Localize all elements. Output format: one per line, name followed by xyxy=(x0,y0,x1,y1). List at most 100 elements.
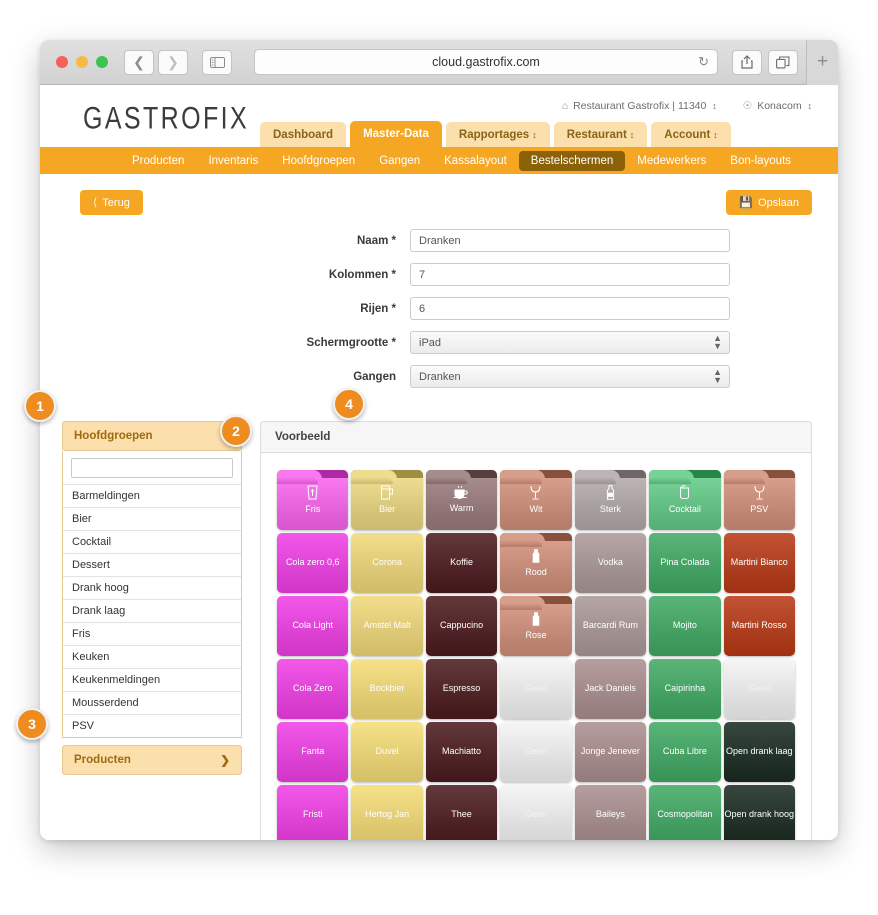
form-row-gangen: Gangen Dranken ▲ ▼ xyxy=(80,365,838,388)
tile-cola-zero-0-6[interactable]: Cola zero 0,6 xyxy=(277,533,349,593)
tile-martini-bianco[interactable]: Martini Bianco xyxy=(723,533,795,593)
new-tab-button[interactable]: + xyxy=(806,40,838,85)
tile-cola-zero[interactable]: Cola Zero xyxy=(277,659,349,719)
tile-open-drank-laag[interactable]: Open drank laag xyxy=(723,722,795,782)
tile-thee[interactable]: Thee xyxy=(425,785,498,840)
tile-amstel-malt[interactable]: Amstel Malt xyxy=(351,596,423,656)
tile-caipirinha[interactable]: Caipirinha xyxy=(649,659,721,719)
list-item[interactable]: Drank hoog xyxy=(63,576,241,599)
subnav-inventaris[interactable]: Inventaris xyxy=(196,151,270,171)
naam-input[interactable] xyxy=(410,229,730,252)
back-button[interactable]: ⟨ Terug xyxy=(80,190,143,215)
subnav-medewerkers[interactable]: Medewerkers xyxy=(625,151,718,171)
hoofdgroepen-panel-header[interactable]: Hoofdgroepen ▾ xyxy=(62,421,242,451)
tile-mojito[interactable]: Mojito xyxy=(649,596,721,656)
subnav-producten[interactable]: Producten xyxy=(120,151,196,171)
tile-open-drank-hoog[interactable]: Open drank hoog xyxy=(723,785,795,840)
tile-rose[interactable]: Rose xyxy=(500,596,572,656)
tile-geen[interactable]: Geen xyxy=(500,785,572,840)
restaurant-selector[interactable]: ⌂ Restaurant Gastrofix | 11340 ↕ xyxy=(562,100,717,112)
subnav-gangen[interactable]: Gangen xyxy=(367,151,432,171)
list-item[interactable]: Bier xyxy=(63,507,241,530)
address-bar[interactable]: cloud.gastrofix.com ↻ xyxy=(254,49,718,75)
window-controls[interactable] xyxy=(56,56,108,68)
tile-label: Fanta xyxy=(301,746,325,757)
tile-cocktail[interactable]: Cocktail xyxy=(649,470,721,530)
list-item[interactable]: Fris xyxy=(63,622,241,645)
tile-sterk[interactable]: Sterk xyxy=(574,470,647,530)
rijen-input[interactable] xyxy=(410,297,730,320)
tile-wit[interactable]: Wit xyxy=(500,470,572,530)
tile-vodka[interactable]: Vodka xyxy=(574,533,647,593)
tab-account[interactable]: Account ↕ xyxy=(651,122,731,147)
save-button[interactable]: 💾 Opslaan xyxy=(726,190,812,215)
tab-label: Account xyxy=(664,129,711,141)
tile-cappucino[interactable]: Cappucino xyxy=(425,596,498,656)
tile-psv[interactable]: PSV xyxy=(723,470,795,530)
tab-restaurant[interactable]: Restaurant ↕ xyxy=(553,122,648,147)
tile-warm[interactable]: Warm xyxy=(425,470,498,530)
tile-label: Hertog Jan xyxy=(365,809,410,820)
tile-fris[interactable]: Fris xyxy=(277,470,349,530)
subnav-bon-layouts[interactable]: Bon-layouts xyxy=(718,151,803,171)
kolommen-input[interactable] xyxy=(410,263,730,286)
list-item[interactable]: Drank laag xyxy=(63,599,241,622)
chevron-right-icon[interactable]: ❯ xyxy=(220,753,230,767)
tile-fristi[interactable]: Fristi xyxy=(277,785,349,840)
sidebar-icon[interactable] xyxy=(202,49,232,75)
tile-jonge-jenever[interactable]: Jonge Jenever xyxy=(574,722,647,782)
list-item[interactable]: Cocktail xyxy=(63,530,241,553)
list-item[interactable]: Keukenmeldingen xyxy=(63,668,241,691)
navigation-buttons[interactable]: ❮ ❯ xyxy=(124,49,188,75)
back-icon[interactable]: ❮ xyxy=(124,49,154,75)
tile-espresso[interactable]: Espresso xyxy=(425,659,498,719)
tile-martini-rosso[interactable]: Martini Rosso xyxy=(723,596,795,656)
subnav-bestelschermen[interactable]: Bestelschermen xyxy=(518,150,626,171)
tile-bier[interactable]: Bier xyxy=(351,470,423,530)
producten-panel-header[interactable]: Producten ❯ xyxy=(62,745,242,775)
tile-barcardi-rum[interactable]: Barcardi Rum xyxy=(574,596,647,656)
tile-jack-daniels[interactable]: Jack Daniels xyxy=(574,659,647,719)
tile-geen[interactable]: Geen xyxy=(500,659,572,719)
tile-geen[interactable]: Geen xyxy=(500,722,572,782)
share-icon[interactable] xyxy=(732,49,762,75)
tile-cola-light[interactable]: Cola Light xyxy=(277,596,349,656)
tile-duvel[interactable]: Duvel xyxy=(351,722,423,782)
subnav-hoofdgroepen[interactable]: Hoofdgroepen xyxy=(270,151,367,171)
close-window-button[interactable] xyxy=(56,56,68,68)
subnav-kassalayout[interactable]: Kassalayout xyxy=(432,151,519,171)
tile-label: Barcardi Rum xyxy=(582,620,638,631)
tile-geen[interactable]: Geen xyxy=(723,659,795,719)
gangen-select[interactable]: Dranken ▲ ▼ xyxy=(410,365,730,388)
list-item[interactable]: Barmeldingen xyxy=(63,484,241,507)
reload-icon[interactable]: ↻ xyxy=(698,54,709,70)
maximize-window-button[interactable] xyxy=(96,56,108,68)
account-selector[interactable]: ☉ Konacom ↕ xyxy=(743,100,812,112)
hoofdgroepen-list: Barmeldingen Bier Cocktail Dessert Drank… xyxy=(63,484,241,737)
cocktail-glass-icon xyxy=(678,485,691,500)
list-item[interactable]: Mousserdend xyxy=(63,691,241,714)
forward-icon[interactable]: ❯ xyxy=(158,49,188,75)
tile-fanta[interactable]: Fanta xyxy=(277,722,349,782)
hoofdgroepen-search-input[interactable] xyxy=(71,458,233,478)
list-item[interactable]: PSV xyxy=(63,714,241,737)
tile-pina-colada[interactable]: Pina Colada xyxy=(649,533,721,593)
list-item[interactable]: Keuken xyxy=(63,645,241,668)
tile-bockbier[interactable]: Bockbier xyxy=(351,659,423,719)
tile-corona[interactable]: Corona xyxy=(351,533,423,593)
tab-rapportages[interactable]: Rapportages ↕ xyxy=(445,122,550,147)
tabs-icon[interactable] xyxy=(768,49,798,75)
tile-cosmopolitan[interactable]: Cosmopolitan xyxy=(649,785,721,840)
tile-koffie[interactable]: Koffie xyxy=(425,533,498,593)
tile-label: Cocktail xyxy=(668,504,701,515)
tile-cuba-libre[interactable]: Cuba Libre xyxy=(649,722,721,782)
list-item[interactable]: Dessert xyxy=(63,553,241,576)
tile-baileys[interactable]: Baileys xyxy=(574,785,647,840)
schermgrootte-select[interactable]: iPad ▲ ▼ xyxy=(410,331,730,354)
tab-master-data[interactable]: Master-Data xyxy=(350,121,442,147)
tile-rood[interactable]: Rood xyxy=(500,533,572,593)
tab-dashboard[interactable]: Dashboard xyxy=(260,122,347,147)
minimize-window-button[interactable] xyxy=(76,56,88,68)
tile-hertog-jan[interactable]: Hertog Jan xyxy=(351,785,423,840)
tile-machiatto[interactable]: Machiatto xyxy=(425,722,498,782)
